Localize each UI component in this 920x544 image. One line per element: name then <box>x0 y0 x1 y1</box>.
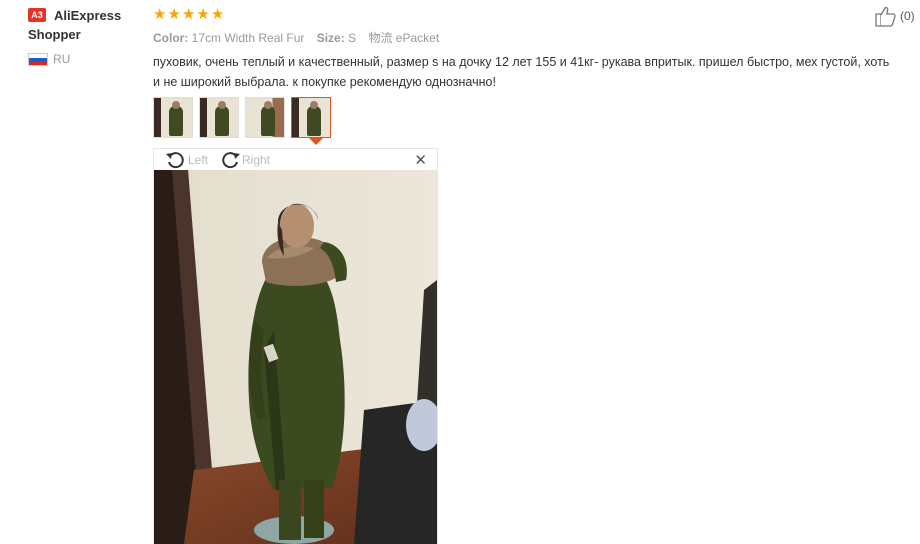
level-badge: A3 <box>28 8 46 22</box>
order-attributes: Color: 17cm Width Real Fur Size: S 物流 eP… <box>153 29 439 46</box>
star-icon: ★ <box>210 5 225 23</box>
thumbnail-image-active[interactable] <box>291 97 331 138</box>
thumbnail-image[interactable] <box>153 97 193 138</box>
viewer-toolbar: Left Right ✕ <box>154 149 437 170</box>
star-icon: ★ <box>167 5 181 23</box>
thumbnail-image[interactable] <box>199 97 239 138</box>
shipping-label: 物流 <box>368 31 393 45</box>
star-icon: ★ <box>181 5 196 23</box>
rotate-right-button[interactable]: Right <box>219 150 270 170</box>
country-code: RU <box>53 52 71 66</box>
review-thumbnails <box>153 97 331 138</box>
close-icon[interactable]: ✕ <box>414 150 427 170</box>
flag-ru-icon <box>28 53 48 66</box>
size-label: Size: <box>316 31 345 45</box>
color-value: 17cm Width Real Fur <box>191 31 305 45</box>
size-value: S <box>348 31 357 45</box>
rotate-left-button[interactable]: Left <box>165 150 208 170</box>
image-viewer: Left Right ✕ <box>153 148 438 544</box>
active-thumbnail-pointer <box>309 138 323 145</box>
rotate-right-icon <box>222 152 240 169</box>
thumbnail-image[interactable] <box>245 97 285 138</box>
star-icon: ★ <box>153 5 167 23</box>
color-label: Color: <box>153 31 189 45</box>
star-rating: ★ ★ ★ ★ ★ <box>153 6 224 22</box>
review-text: пуховик, очень теплый и качественный, ра… <box>153 55 890 89</box>
shipping-value: ePacket <box>395 31 440 45</box>
rotate-left-icon <box>166 152 184 169</box>
review-photo <box>154 170 437 544</box>
rotate-right-label: Right <box>242 153 271 167</box>
star-icon: ★ <box>196 5 210 23</box>
helpful-count: (0) <box>900 9 915 23</box>
review-photo-image <box>154 170 437 544</box>
thumbs-up-icon[interactable] <box>874 5 898 27</box>
helpful-button[interactable]: (0) <box>874 5 915 27</box>
rotate-left-label: Left <box>188 153 209 167</box>
